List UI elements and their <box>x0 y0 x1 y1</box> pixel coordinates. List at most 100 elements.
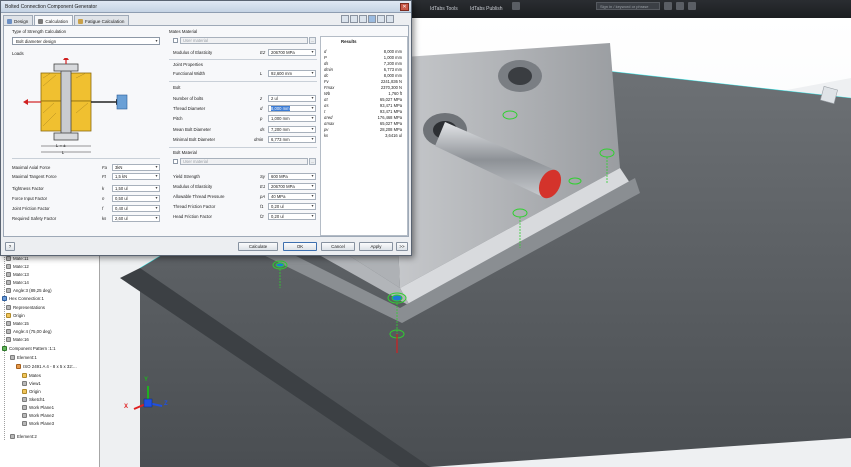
mates-material-browse-button[interactable]: … <box>309 37 316 44</box>
browser-item[interactable]: Angle:3 (89,25 deg) <box>6 286 52 294</box>
bolt-user-material-checkbox[interactable] <box>173 159 178 164</box>
browser-item[interactable]: Element:2 <box>10 432 37 440</box>
chevron-down-icon[interactable]: ▾ <box>310 204 315 209</box>
chevron-down-icon[interactable]: ▾ <box>154 206 159 211</box>
mates-material-field[interactable]: User material <box>180 37 308 44</box>
thread-diameter-input[interactable]: 8,000 mm ▾ <box>268 105 316 112</box>
browser-item[interactable]: Component Pattern :1:1 <box>2 344 56 352</box>
chevron-down-icon[interactable]: ▾ <box>310 106 315 111</box>
browser-item[interactable]: Work Plane3 <box>22 419 54 427</box>
help-search-input[interactable]: Sign in / keyword or phrase <box>596 2 660 10</box>
mates-modulus-input[interactable]: 206700 MPa ▾ <box>268 49 316 56</box>
bolt-modulus-label: Modulus of Elasticity <box>173 184 213 189</box>
tangent-force-input[interactable]: 1,5 kN ▾ <box>112 173 160 180</box>
open-icon[interactable] <box>341 15 349 23</box>
pitch-label: Pitch <box>173 116 183 121</box>
window-icon[interactable] <box>688 2 696 10</box>
expand-button[interactable]: >> <box>396 242 408 251</box>
edit-icon[interactable] <box>377 15 385 23</box>
dialog-toolbar <box>341 15 395 23</box>
safety-factor-input[interactable]: 2,60 ul ▾ <box>112 215 160 222</box>
ok-button[interactable]: OK <box>283 242 317 251</box>
chevron-down-icon[interactable]: ▾ <box>310 184 315 189</box>
calculator-icon <box>38 19 44 24</box>
user-icon[interactable] <box>664 2 672 10</box>
save-icon[interactable] <box>350 15 358 23</box>
bolt-modulus-input[interactable]: 206700 MPa ▾ <box>268 183 316 190</box>
joint-friction-symbol: f <box>102 206 104 211</box>
help-icon[interactable] <box>676 2 684 10</box>
bolt-material-browse-button[interactable]: … <box>309 158 316 165</box>
calculate-button[interactable]: Calculate <box>238 242 278 251</box>
browser-item[interactable]: Sketch1 <box>22 395 45 403</box>
chevron-down-icon[interactable]: ▾ <box>310 194 315 199</box>
chevron-down-icon[interactable]: ▾ <box>310 174 315 179</box>
tightness-factor-input[interactable]: 1,50 ul ▾ <box>112 185 160 192</box>
chevron-down-icon[interactable]: ▾ <box>310 127 315 132</box>
browser-item[interactable]: Mate:13 <box>6 270 29 278</box>
browser-item[interactable]: Origin <box>6 311 25 319</box>
bolt-material-title: Bolt Material <box>173 150 197 155</box>
chevron-down-icon[interactable]: ▾ <box>310 71 315 76</box>
browser-item[interactable]: Mate:12 <box>6 262 29 270</box>
bolt-joint-diagram <box>23 58 128 153</box>
browser-item[interactable]: Origin <box>22 387 41 395</box>
browser-item[interactable]: Representations <box>6 303 45 311</box>
tab-fatigue-calculation[interactable]: Fatigue Calculation <box>74 15 130 25</box>
help-button[interactable]: ? <box>5 242 15 251</box>
chevron-down-icon[interactable]: ▾ <box>154 216 159 221</box>
chevron-down-icon[interactable]: ▾ <box>154 165 159 170</box>
yield-strength-input[interactable]: 600 MPa ▾ <box>268 173 316 180</box>
chevron-down-icon[interactable]: ▾ <box>154 174 159 179</box>
joint-friction-input[interactable]: 0,40 ul ▾ <box>112 205 160 212</box>
browser-item[interactable]: Mate:16 <box>6 335 29 343</box>
axial-force-input[interactable]: 3kN ▾ <box>112 164 160 171</box>
tab-design[interactable]: Design <box>3 15 34 25</box>
thread-friction-input[interactable]: 0,20 ul ▾ <box>268 203 316 210</box>
strength-calc-select[interactable]: Bolt diameter design ▾ <box>12 37 160 45</box>
browser-item[interactable]: Hex Connection:1 <box>2 294 44 302</box>
ribbon-tab-tools[interactable]: IdTabs Tools <box>430 6 458 12</box>
settings-icon[interactable] <box>359 15 367 23</box>
browser-item[interactable]: View1 <box>22 379 41 387</box>
mean-diameter-input[interactable]: 7,200 mm ▾ <box>268 126 316 133</box>
minimal-diameter-input[interactable]: 6,773 mm ▾ <box>268 136 316 143</box>
head-friction-input[interactable]: 0,20 ul ▾ <box>268 213 316 220</box>
dialog-title[interactable]: Bolted Connection Component Generator <box>1 1 411 13</box>
help-icon[interactable] <box>386 15 394 23</box>
apply-button[interactable]: Apply <box>359 242 393 251</box>
ribbon-tab-publish[interactable]: IdTabs Publish <box>470 6 503 12</box>
browser-item[interactable]: Mates <box>22 371 41 379</box>
browser-item[interactable]: ISO 2491 A 4 - 8 x 5 x 32:... <box>16 362 77 370</box>
chevron-down-icon[interactable]: ▾ <box>310 214 315 219</box>
axial-force-label: Maximal Axial Force <box>12 165 51 170</box>
head-friction-label: Head Friction Factor <box>173 214 212 219</box>
browser-item[interactable]: Work Plane1 <box>22 403 54 411</box>
pitch-input[interactable]: 1,000 mm ▾ <box>268 115 316 122</box>
bolt-material-field[interactable]: User material <box>180 158 308 165</box>
browser-item[interactable]: Mate:15 <box>6 319 29 327</box>
browser-item[interactable]: Angle:4 (75,00 deg) <box>6 327 52 335</box>
tab-calculation[interactable]: Calculation <box>34 15 74 25</box>
cancel-button[interactable]: Cancel <box>321 242 355 251</box>
thread-friction-label: Thread Friction Factor <box>173 204 216 209</box>
thread-pressure-input[interactable]: 40 MPa ▾ <box>268 193 316 200</box>
thread-friction-symbol: f1 <box>260 204 264 209</box>
browser-item[interactable]: Element:1 <box>10 353 37 361</box>
chevron-down-icon[interactable]: ▾ <box>310 137 315 142</box>
number-of-bolts-input[interactable]: 2 ul ▾ <box>268 95 316 102</box>
functional-width-input[interactable]: 92,600 mm ▾ <box>268 70 316 77</box>
chevron-down-icon[interactable]: ▾ <box>154 186 159 191</box>
chevron-down-icon[interactable]: ▾ <box>154 196 159 201</box>
close-icon[interactable]: ✕ <box>400 3 409 11</box>
results-pane: Results d 8,000 mm P 1,000 mm ds 7,200 mm d… <box>320 36 408 236</box>
mates-user-material-checkbox[interactable] <box>173 38 178 43</box>
browser-item[interactable]: Work Plane2 <box>22 411 54 419</box>
browser-item[interactable]: Mate:14 <box>6 278 29 286</box>
chevron-down-icon[interactable]: ▾ <box>310 96 315 101</box>
force-input-factor-input[interactable]: 0,50 ul ▾ <box>112 195 160 202</box>
results-toggle-icon[interactable] <box>368 15 376 23</box>
chevron-down-icon[interactable]: ▾ <box>310 50 315 55</box>
ribbon-menu-icon[interactable] <box>512 2 520 10</box>
chevron-down-icon[interactable]: ▾ <box>310 116 315 121</box>
